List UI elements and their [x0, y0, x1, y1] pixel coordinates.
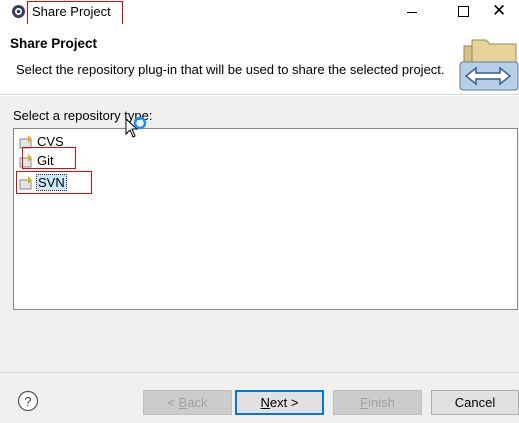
svg-text:?: ? [24, 394, 31, 409]
finish-button[interactable]: Finish [333, 390, 422, 415]
back-label-rest: ack [187, 395, 208, 410]
close-button[interactable]: ✕ [484, 0, 519, 24]
back-prefix: < [167, 395, 179, 410]
maximize-icon [458, 6, 469, 17]
maximize-button[interactable] [438, 0, 482, 24]
share-folders-arrows-icon [459, 39, 519, 91]
finish-mnemonic: F [360, 395, 369, 410]
busy-arrow-cursor [125, 116, 147, 138]
repository-type-list[interactable]: CVS Git SVN [13, 128, 518, 310]
minimize-button[interactable] [385, 0, 429, 24]
help-question-icon[interactable]: ? [17, 390, 39, 412]
wizard-header: Share Project Select the repository plug… [0, 24, 519, 95]
button-bar-separator [0, 372, 519, 373]
page-title: Share Project [10, 36, 98, 51]
page-description: Select the repository plug-in that will … [16, 62, 445, 77]
finish-label-rest: inish [368, 395, 395, 410]
minimize-icon [407, 12, 417, 13]
next-mnemonic: N [260, 395, 270, 410]
back-button[interactable]: < Back [143, 390, 232, 415]
header-separator [0, 95, 519, 96]
close-icon: ✕ [492, 1, 507, 20]
git-highlight-box [22, 147, 76, 169]
svn-highlight-box [16, 171, 92, 194]
next-button[interactable]: Next > [235, 390, 324, 415]
next-label-rest: ext > [269, 395, 299, 410]
cancel-button[interactable]: Cancel [431, 390, 519, 415]
eclipse-gear-icon [12, 5, 25, 18]
